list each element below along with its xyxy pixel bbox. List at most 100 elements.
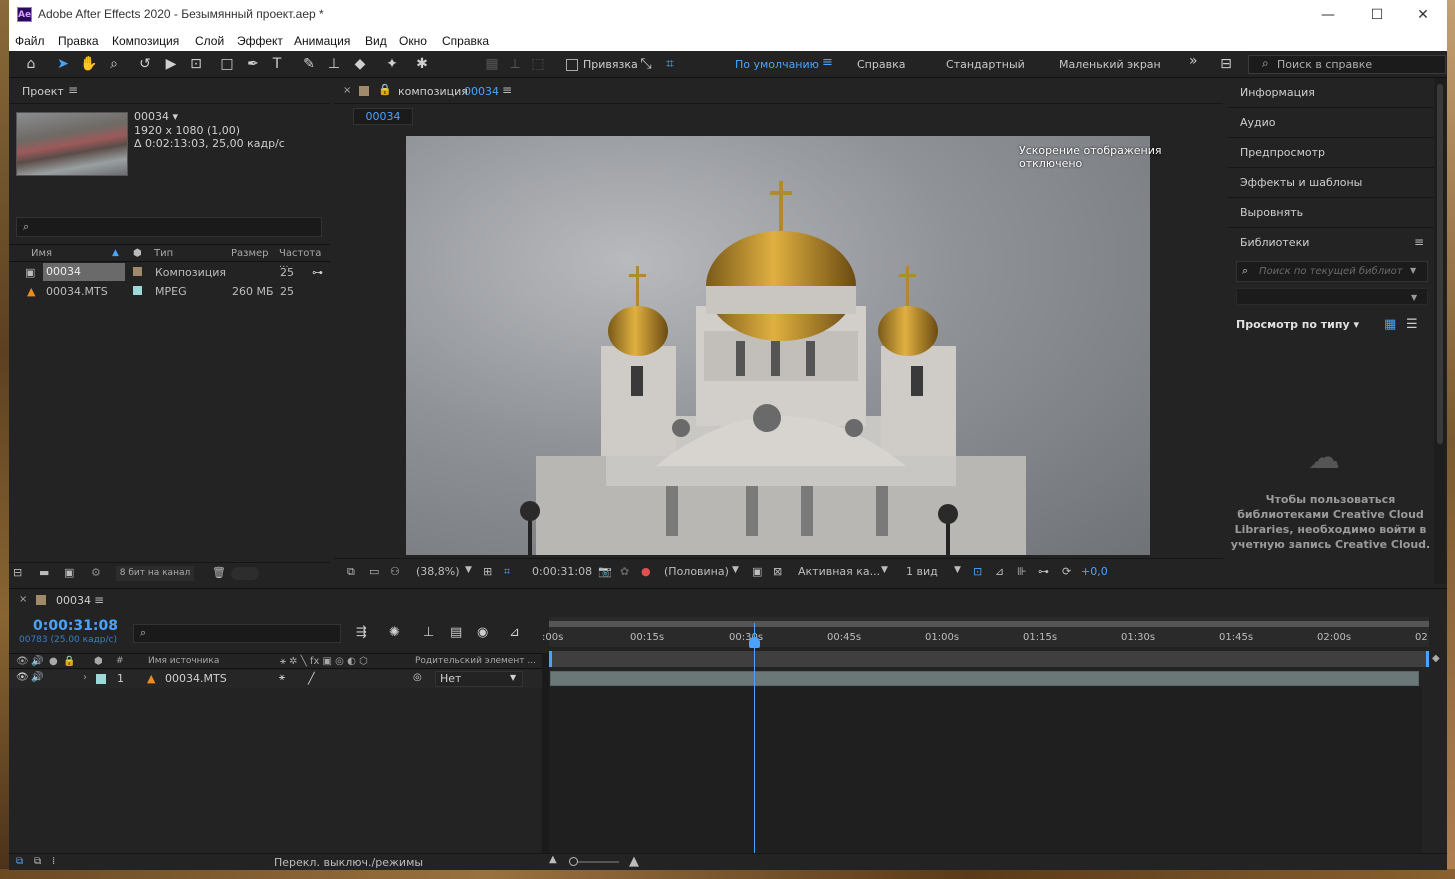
layer-row[interactable]: 👁 🔊 › 1 ▲ 00034.MTS ⚹ ╱ ◎ Нет ▼: [9, 670, 542, 688]
timeline-tab-name[interactable]: 00034: [56, 594, 91, 607]
interpret-footage-icon[interactable]: ⊟: [13, 566, 22, 579]
column-source-name[interactable]: Имя источника: [148, 656, 219, 666]
label-swatch[interactable]: [133, 267, 142, 276]
chevron-down-icon[interactable]: ▼: [954, 565, 961, 575]
composition-viewer[interactable]: [406, 136, 1150, 555]
trash-icon[interactable]: 🗑: [212, 566, 226, 579]
current-time-display[interactable]: 0:00:31:08: [532, 565, 592, 578]
menu-help[interactable]: Справка: [442, 34, 489, 48]
project-tab[interactable]: Проект: [22, 85, 64, 98]
chevron-down-icon[interactable]: ▼: [732, 565, 739, 575]
clone-stamp-tool-icon[interactable]: ⊥: [324, 55, 344, 73]
label-swatch[interactable]: [96, 674, 106, 684]
always-preview-icon[interactable]: ⧉: [347, 565, 355, 579]
composition-tab-name[interactable]: 00034: [464, 85, 499, 98]
menu-effect[interactable]: Эффект: [237, 34, 283, 48]
toggle-switches-modes[interactable]: Перекл. выключ./режимы: [274, 856, 423, 869]
snap-checkbox[interactable]: [566, 59, 578, 71]
views-select[interactable]: 1 вид: [906, 565, 938, 578]
motion-blur-icon[interactable]: ◉: [477, 625, 488, 640]
flowchart-icon[interactable]: ⊶: [312, 266, 323, 279]
align-panel-tab[interactable]: Выровнять: [1228, 198, 1435, 228]
minimize-button[interactable]: —: [1305, 4, 1351, 26]
axis-view-icon[interactable]: ⬚: [528, 55, 548, 73]
panel-toggle[interactable]: [231, 567, 259, 580]
panel-menu-icon[interactable]: ≡: [68, 83, 78, 97]
axis-local-icon[interactable]: ▦: [482, 55, 502, 73]
chevron-down-icon[interactable]: ▼: [1410, 266, 1416, 275]
quality-switch-icon[interactable]: ╱: [308, 672, 315, 685]
rectangle-tool-icon[interactable]: □: [217, 55, 237, 73]
maximize-button[interactable]: ☐: [1354, 4, 1400, 26]
time-ruler[interactable]: [549, 617, 1429, 647]
new-composition-icon[interactable]: ▣: [64, 566, 74, 579]
exposure-value[interactable]: +0,0: [1081, 565, 1108, 578]
flowchart-icon[interactable]: ⊶: [1038, 565, 1049, 578]
chevron-down-icon[interactable]: ▼: [881, 565, 888, 575]
video-toggle-icon[interactable]: 👁: [16, 672, 29, 683]
shy-switch-icon[interactable]: ⚹: [279, 672, 285, 683]
workspace-panel-icon[interactable]: ⊟: [1216, 55, 1236, 73]
library-select[interactable]: [1236, 288, 1428, 305]
expand-layer-icon[interactable]: ›: [83, 672, 87, 683]
preview-panel-tab[interactable]: Предпросмотр: [1228, 138, 1435, 168]
work-area-bar[interactable]: [549, 651, 1429, 667]
composition-flowchart-icon[interactable]: ⇶: [356, 625, 367, 640]
zoom-select[interactable]: (38,8%): [416, 565, 460, 578]
zoom-tool-icon[interactable]: ⌕: [104, 55, 124, 73]
layer-switches-icon[interactable]: ⧉: [16, 856, 23, 867]
list-view-icon[interactable]: ☰: [1406, 317, 1418, 332]
transparency-grid-icon[interactable]: ⊠: [773, 565, 782, 578]
close-tab-icon[interactable]: ×: [19, 594, 27, 605]
playhead-handle[interactable]: [749, 637, 760, 648]
timeline-timecode[interactable]: 0:00:31:08: [33, 618, 118, 634]
info-panel-tab[interactable]: Информация: [1228, 78, 1435, 108]
workspace-help[interactable]: Справка: [857, 58, 905, 71]
lock-icon[interactable]: 🔒: [378, 83, 392, 96]
layer-name[interactable]: 00034.MTS: [165, 672, 227, 685]
project-row-composition[interactable]: ▣ 00034 Композиция 25 ⊶: [9, 263, 330, 282]
menu-edit[interactable]: Правка: [58, 34, 99, 48]
playhead-line[interactable]: [754, 623, 755, 853]
comp-marker-icon[interactable]: ◆: [1432, 653, 1440, 664]
menu-animation[interactable]: Анимация: [294, 34, 350, 48]
project-row-footage[interactable]: ▲ 00034.MTS MPEG 260 МБ 25: [9, 282, 330, 301]
in-out-icon[interactable]: ⁞: [52, 856, 55, 867]
puppet-tool-icon[interactable]: ✱: [412, 55, 432, 73]
label-column-icon[interactable]: ⬢: [94, 656, 103, 667]
roto-brush-tool-icon[interactable]: ✦: [382, 55, 402, 73]
panel-menu-icon[interactable]: ≡: [1414, 235, 1424, 249]
rotate-tool-icon[interactable]: ↺: [135, 55, 155, 73]
column-name[interactable]: Имя: [31, 248, 52, 259]
zoom-slider[interactable]: [571, 861, 619, 863]
more-workspaces-button[interactable]: »: [1189, 53, 1198, 69]
label-column-icon[interactable]: ⬢: [133, 248, 142, 259]
menu-layer[interactable]: Слой: [195, 34, 224, 48]
grid-view-icon[interactable]: ▦: [1384, 317, 1396, 332]
project-settings-icon[interactable]: ⚙: [91, 566, 101, 579]
panel-menu-icon[interactable]: ≡: [502, 83, 512, 97]
help-search-input[interactable]: Поиск в справке: [1248, 55, 1446, 74]
zoom-in-icon[interactable]: ▲: [629, 854, 639, 869]
audio-panel-tab[interactable]: Аудио: [1228, 108, 1435, 138]
zoom-slider-handle[interactable]: [569, 857, 578, 866]
bit-depth-button[interactable]: 8 бит на канал: [116, 566, 194, 581]
column-parent[interactable]: Родительский элемент ...: [415, 656, 536, 666]
audio-toggle-icon[interactable]: 🔊: [31, 672, 43, 683]
fast-previews-icon[interactable]: ▣: [752, 565, 762, 578]
menu-view[interactable]: Вид: [365, 34, 387, 48]
sort-ascending-icon[interactable]: ▲: [112, 248, 119, 258]
column-size[interactable]: Размер: [231, 248, 269, 259]
camera-select[interactable]: Активная ка...: [798, 565, 880, 578]
selected-item-name[interactable]: 00034 ▾: [134, 110, 178, 123]
pick-whip-icon[interactable]: ◎: [413, 672, 422, 683]
close-button[interactable]: ✕: [1400, 4, 1446, 26]
timeline-icon[interactable]: ⊪: [1017, 565, 1027, 578]
pan-behind-tool-icon[interactable]: ⊡: [186, 55, 206, 73]
snap-target-icon[interactable]: ⌗: [660, 55, 680, 73]
composition-breadcrumb[interactable]: 00034: [353, 108, 413, 125]
layer-duration-bar[interactable]: [550, 671, 1419, 686]
new-folder-icon[interactable]: ▬: [39, 566, 49, 579]
workspace-small-screen[interactable]: Маленький экран: [1059, 58, 1161, 71]
composition-tab-prefix[interactable]: композиция: [398, 85, 468, 98]
